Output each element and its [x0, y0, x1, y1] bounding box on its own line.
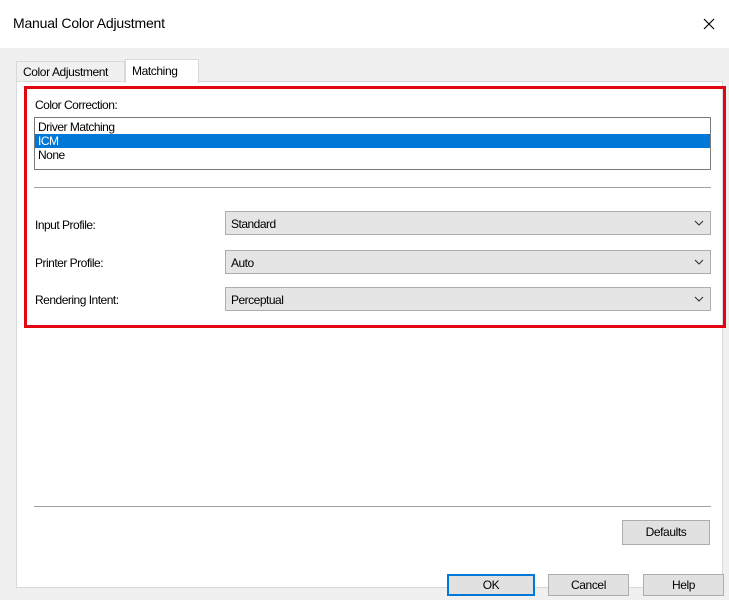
ok-button[interactable]: OK — [447, 574, 535, 596]
cancel-button[interactable]: Cancel — [548, 574, 629, 596]
printer-profile-dropdown[interactable]: Auto — [225, 250, 711, 274]
title-bar: Manual Color Adjustment — [0, 0, 729, 48]
rendering-intent-label: Rendering Intent: — [35, 293, 119, 307]
separator — [34, 187, 711, 188]
manual-color-adjustment-dialog: Manual Color Adjustment Color Adjustment… — [0, 0, 729, 600]
color-correction-listbox[interactable]: Driver Matching ICM None — [34, 117, 711, 170]
color-correction-label: Color Correction: — [35, 98, 118, 112]
chevron-down-icon — [694, 259, 704, 265]
rendering-intent-value: Perceptual — [231, 293, 284, 307]
chevron-down-icon — [694, 296, 704, 302]
window-title: Manual Color Adjustment — [13, 15, 165, 31]
tab-matching[interactable]: Matching — [125, 59, 199, 83]
printer-profile-label: Printer Profile: — [35, 256, 104, 270]
close-button[interactable] — [695, 10, 723, 38]
chevron-down-icon — [694, 220, 704, 226]
defaults-button[interactable]: Defaults — [622, 520, 710, 545]
rendering-intent-dropdown[interactable]: Perceptual — [225, 287, 711, 311]
close-icon — [703, 18, 715, 30]
list-item-icm[interactable]: ICM — [35, 134, 710, 148]
tab-color-adjustment[interactable]: Color Adjustment — [16, 61, 125, 81]
input-profile-label: Input Profile: — [35, 218, 96, 232]
list-item-none[interactable]: None — [35, 148, 710, 162]
printer-profile-value: Auto — [231, 256, 254, 270]
input-profile-dropdown[interactable]: Standard — [225, 211, 711, 235]
input-profile-value: Standard — [231, 217, 276, 231]
list-item-driver-matching[interactable]: Driver Matching — [35, 120, 710, 134]
bottom-separator — [34, 506, 711, 507]
help-button[interactable]: Help — [643, 574, 724, 596]
